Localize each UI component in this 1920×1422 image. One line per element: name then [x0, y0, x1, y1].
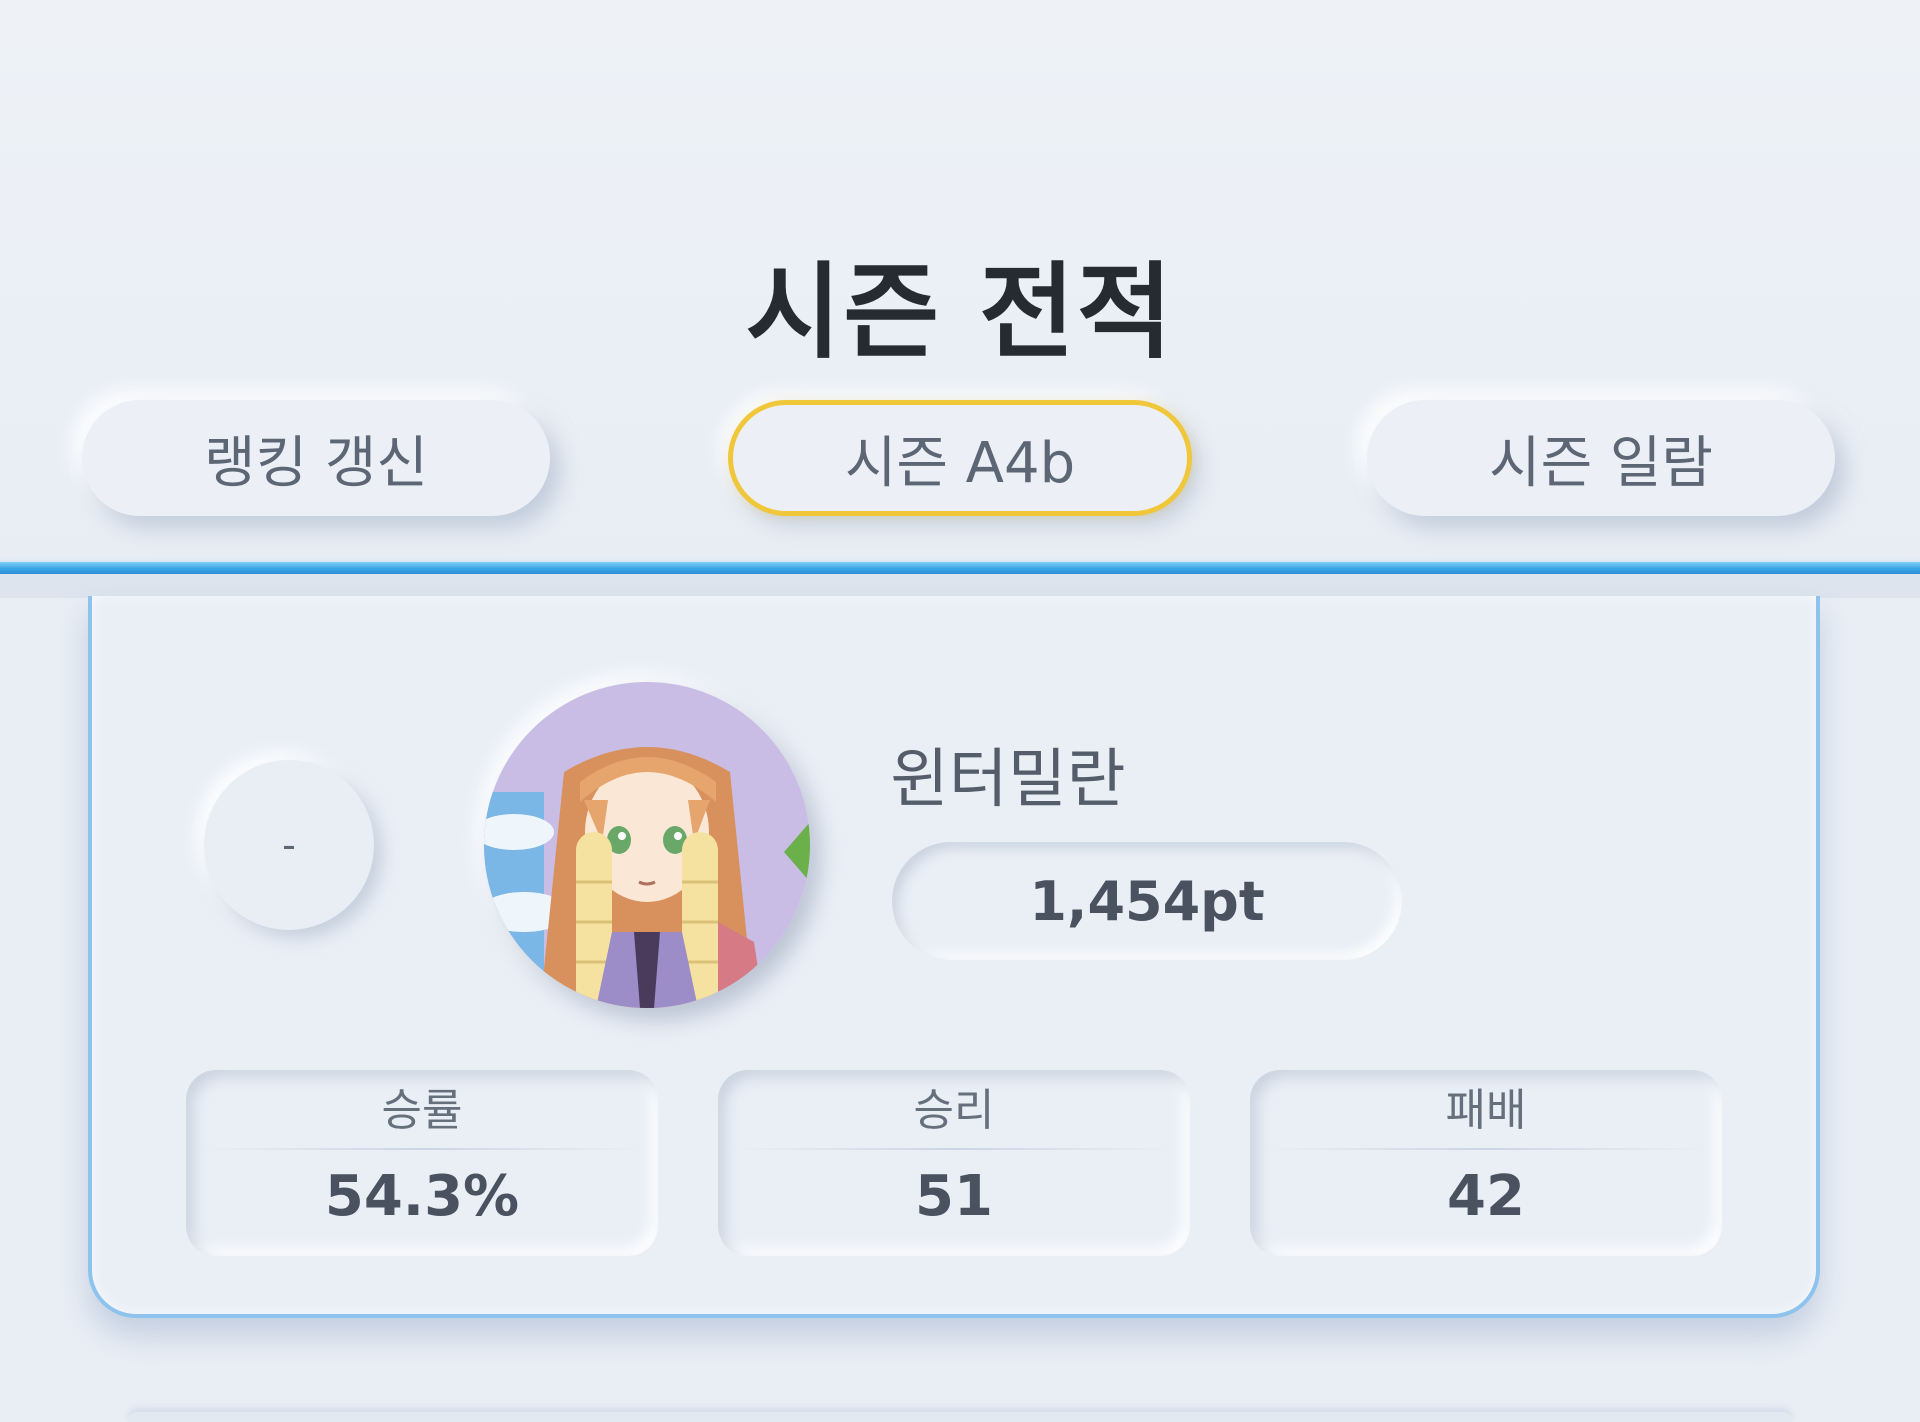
losses-label: 패배 [1445, 1085, 1527, 1136]
next-card-edge [128, 1412, 1792, 1422]
rank-value: - [282, 823, 296, 867]
points-value: 1,454pt [1029, 869, 1265, 933]
points-badge: 1,454pt [892, 842, 1402, 960]
season-list-button[interactable]: 시즌 일람 [1367, 400, 1835, 516]
page-title: 시즌 전적 [745, 251, 1175, 373]
wins-label: 승리 [913, 1085, 995, 1136]
stat-divider [200, 1148, 644, 1150]
player-name: 윈터밀란 [890, 743, 1126, 817]
divider-shadow [0, 574, 1920, 598]
losses-value: 42 [1447, 1164, 1525, 1229]
season-select-button[interactable]: 시즌 A4b [728, 400, 1192, 516]
avatar [484, 682, 810, 1008]
winrate-label: 승률 [381, 1085, 463, 1136]
wins-value: 51 [915, 1164, 993, 1229]
stat-divider [732, 1148, 1176, 1150]
losses-box: 패배 42 [1250, 1070, 1722, 1256]
header-divider [0, 562, 1920, 574]
winrate-box: 승률 54.3% [186, 1070, 658, 1256]
avatar-illustration [484, 682, 810, 1008]
refresh-ranking-button[interactable]: 랭킹 갱신 [82, 400, 550, 516]
wins-box: 승리 51 [718, 1070, 1190, 1256]
stat-divider [1264, 1148, 1708, 1150]
winrate-value: 54.3% [324, 1164, 520, 1229]
rank-badge: - [204, 760, 374, 930]
